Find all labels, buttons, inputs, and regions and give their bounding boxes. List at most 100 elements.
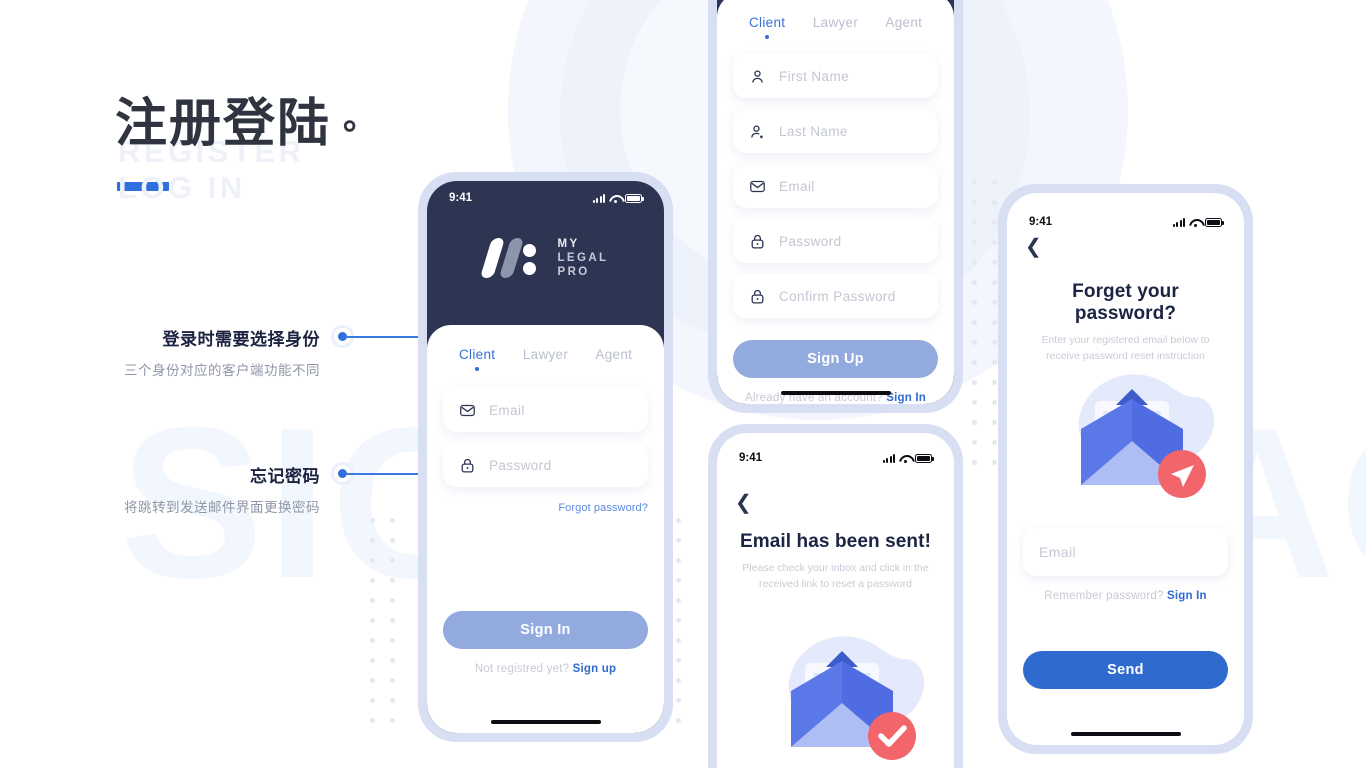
forgot-email-placeholder: Email <box>1039 544 1077 560</box>
forgot-title: Forget your password? <box>1072 281 1179 324</box>
forgot-email-field[interactable]: Email <box>1023 528 1228 576</box>
battery-icon <box>625 193 644 203</box>
person-add-icon <box>749 123 766 140</box>
tab-client-signup[interactable]: Client <box>733 15 801 30</box>
signin-actions: Sign In Not registred yet? Sign up <box>443 611 648 675</box>
home-indicator <box>780 390 891 395</box>
lock-icon <box>749 233 766 250</box>
last-name-field[interactable]: Last Name <box>733 109 938 153</box>
signup-password-placeholder: Password <box>779 233 842 249</box>
status-icons <box>592 193 644 203</box>
status-bar: 9:41 <box>717 441 954 475</box>
tab-lawyer[interactable]: Lawyer <box>511 347 579 362</box>
page-title-cn: 注册登陆。 <box>115 98 379 150</box>
phone-signup: Client Lawyer Agent First Name Last Name… <box>708 0 963 413</box>
status-time: 9:41 <box>1029 216 1053 228</box>
password-field[interactable]: Password <box>443 443 648 487</box>
annotation-identity-sub: 三个身份对应的客户端功能不同 <box>124 363 320 378</box>
chevron-left-icon[interactable]: ❮ <box>1025 237 1042 257</box>
mail-icon <box>459 402 476 419</box>
tab-lawyer-signup[interactable]: Lawyer <box>801 15 869 30</box>
sign-up-button[interactable]: Sign Up <box>733 340 938 378</box>
signup-sheet: Client Lawyer Agent First Name Last Name… <box>717 0 954 404</box>
role-tabs-signup: Client Lawyer Agent <box>717 0 954 30</box>
tab-client[interactable]: Client <box>443 347 511 362</box>
page-title-dot: 。 <box>343 99 380 137</box>
annotation-forgot-title: 忘记密码 <box>250 467 320 486</box>
tab-agent-signup[interactable]: Agent <box>870 15 938 30</box>
status-bar: 9:41 <box>427 181 664 215</box>
home-indicator <box>490 719 601 724</box>
person-icon <box>749 68 766 85</box>
status-bar: 9:41 <box>1007 205 1244 239</box>
lock-icon <box>749 288 766 305</box>
page-title-cn-text: 注册登陆 <box>115 95 332 153</box>
logo-line-1: MY <box>557 238 580 250</box>
forgot-copy: Forget your password? Enter your registe… <box>1007 281 1244 365</box>
phone-email-sent-screen: 9:41 ❮ Email has been sent! Please check… <box>717 433 954 768</box>
first-name-field[interactable]: First Name <box>733 54 938 98</box>
design-canvas: SIG AG REGISTER LOG IN 注册登陆。 登录时需要选择身份 三… <box>0 0 1366 768</box>
signup-form: First Name Last Name Email Password Conf… <box>717 30 954 404</box>
email-placeholder: Email <box>489 402 525 418</box>
signup-password-field[interactable]: Password <box>733 219 938 263</box>
app-logo: MY LEGAL PRO <box>427 237 664 279</box>
forgot-form: Email Remember password? Sign In <box>1023 528 1228 602</box>
battery-icon <box>915 453 934 463</box>
email-sent-subtitle: Please check your inbox and click in the… <box>742 562 929 591</box>
envelope-send-icon <box>1051 361 1219 511</box>
sign-in-button[interactable]: Sign In <box>443 611 648 649</box>
mail-icon <box>749 178 766 195</box>
status-time: 9:41 <box>449 192 473 204</box>
forgot-footer: Remember password? Sign In <box>1023 590 1228 602</box>
annotation-forgot-sub: 将跳转到发送邮件界面更换密码 <box>124 500 320 515</box>
forgot-footer-text: Remember password? <box>1044 590 1164 602</box>
logo-line-2: LEGAL <box>557 252 609 265</box>
annotation-forgot: 忘记密码 将跳转到发送邮件界面更换密码 <box>60 462 320 516</box>
annotation-identity: 登录时需要选择身份 三个身份对应的客户端功能不同 <box>60 325 320 379</box>
sign-in-link-forgot[interactable]: Sign In <box>1167 590 1207 602</box>
lock-icon <box>459 457 476 474</box>
logo-mark-icon <box>479 238 545 279</box>
phone-signup-screen: Client Lawyer Agent First Name Last Name… <box>717 0 954 404</box>
status-icons <box>882 453 934 463</box>
signin-sheet: Client Lawyer Agent Email Password Forgo… <box>427 325 664 733</box>
status-icons <box>1172 217 1224 227</box>
signal-icon <box>592 193 605 203</box>
phone-email-sent: 9:41 ❮ Email has been sent! Please check… <box>708 424 963 768</box>
signin-footer-text: Not registred yet? <box>474 663 570 675</box>
phone-signin: 9:41 MY LEGAL PRO Client Lawyer Agent Em… <box>418 172 673 742</box>
wifi-icon <box>899 454 911 463</box>
home-indicator <box>1070 731 1181 736</box>
sign-up-link[interactable]: Sign up <box>573 663 617 675</box>
phone-forgot-screen: 9:41 ❮ Forget your password? Enter your … <box>1007 193 1244 745</box>
forgot-password-link[interactable]: Forgot password? <box>558 502 648 514</box>
signup-email-field[interactable]: Email <box>733 164 938 208</box>
envelope-check-icon <box>761 623 929 768</box>
forgot-password-row: Forgot password? <box>443 498 648 516</box>
signup-email-placeholder: Email <box>779 178 815 194</box>
tab-agent[interactable]: Agent <box>580 347 648 362</box>
signal-icon <box>882 453 895 463</box>
logo-wordmark: MY LEGAL PRO <box>558 237 609 279</box>
confirm-password-field[interactable]: Confirm Password <box>733 274 938 318</box>
signin-footer: Not registred yet? Sign up <box>443 663 648 675</box>
last-name-placeholder: Last Name <box>779 123 848 139</box>
leader-dot-identity <box>338 332 347 341</box>
chevron-left-icon[interactable]: ❮ <box>735 493 752 513</box>
sign-in-link-signup[interactable]: Sign In <box>886 392 926 404</box>
role-tabs-signin: Client Lawyer Agent <box>427 325 664 362</box>
confirm-password-placeholder: Confirm Password <box>779 288 896 304</box>
leader-dot-forgot <box>338 469 347 478</box>
signin-form: Email Password Forgot password? <box>427 362 664 516</box>
password-placeholder: Password <box>489 457 552 473</box>
email-sent-copy: Email has been sent! Please check your i… <box>717 531 954 593</box>
forgot-subtitle: Enter your registered email below to rec… <box>1041 334 1210 363</box>
send-button[interactable]: Send <box>1023 651 1228 689</box>
first-name-placeholder: First Name <box>779 68 850 84</box>
forgot-actions: Send <box>1023 651 1228 689</box>
email-field[interactable]: Email <box>443 388 648 432</box>
phone-forgot-password: 9:41 ❮ Forget your password? Enter your … <box>998 184 1253 754</box>
email-sent-title: Email has been sent! <box>739 531 931 552</box>
battery-icon <box>1205 217 1224 227</box>
